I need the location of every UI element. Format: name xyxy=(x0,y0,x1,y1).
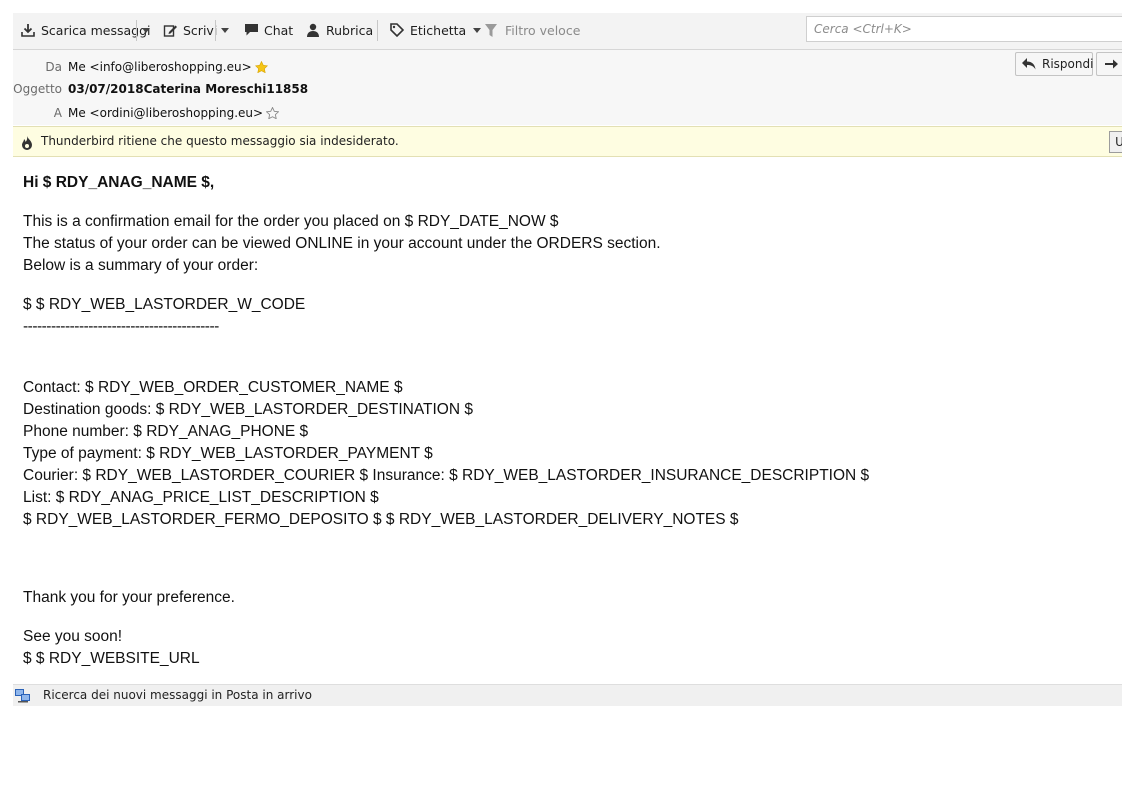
body-line: Below is a summary of your order: xyxy=(23,257,259,274)
forward-button[interactable] xyxy=(1096,52,1122,76)
junk-notification-bar: Thunderbird ritiene che questo messaggio… xyxy=(13,126,1122,157)
tag-button[interactable]: Etichetta xyxy=(390,13,482,47)
forward-icon xyxy=(1105,59,1118,69)
write-label: Scrivi xyxy=(183,22,218,38)
destination-line: Destination goods: $ RDY_WEB_LASTORDER_D… xyxy=(23,401,473,418)
quick-filter-label: Filtro veloce xyxy=(505,22,581,38)
write-button[interactable]: Scrivi xyxy=(163,13,217,47)
to-address[interactable]: Me <ordini@liberoshopping.eu> xyxy=(68,106,263,120)
body-line: This is a confirmation email for the ord… xyxy=(23,213,559,230)
get-messages-label: Scarica messaggi xyxy=(41,22,151,38)
chat-label: Chat xyxy=(264,22,294,38)
toolbar-divider xyxy=(377,20,378,41)
greeting: Hi $ RDY_ANAG_NAME $, xyxy=(23,174,215,191)
address-book-button[interactable]: Rubrica xyxy=(306,13,373,47)
phone-line: Phone number: $ RDY_ANAG_PHONE $ xyxy=(23,423,309,440)
to-label: A xyxy=(53,106,62,120)
divider-line: ----------------------------------------… xyxy=(23,318,219,335)
star-outline-icon[interactable] xyxy=(265,106,280,122)
person-icon xyxy=(306,22,322,38)
reply-button[interactable]: Rispondi xyxy=(1015,52,1093,76)
price-list-line: List: $ RDY_ANAG_PRICE_LIST_DESCRIPTION … xyxy=(23,489,379,506)
star-icon[interactable] xyxy=(254,60,268,76)
write-dropdown[interactable] xyxy=(219,13,231,47)
order-code: $ $ RDY_WEB_LASTORDER_W_CODE xyxy=(23,296,306,313)
body-line: The status of your order can be viewed O… xyxy=(23,235,661,252)
get-messages-button[interactable]: Scarica messaggi xyxy=(21,13,150,47)
chevron-down-icon xyxy=(221,27,229,33)
toolbar-divider xyxy=(136,20,137,41)
network-activity-icon xyxy=(15,688,31,707)
search-placeholder: Cerca <Ctrl+K> xyxy=(814,22,912,36)
delivery-notes-line: $ RDY_WEB_LASTORDER_FERMO_DEPOSITO $ $ R… xyxy=(23,511,739,528)
not-junk-label: U xyxy=(1115,135,1122,149)
status-text: Ricerca dei nuovi messaggi in Posta in a… xyxy=(43,688,312,702)
website-line: $ $ RDY_WEBSITE_URL xyxy=(23,650,200,667)
reply-icon xyxy=(1022,58,1036,70)
message-header: Da Me <info@liberoshopping.eu> Oggetto 0… xyxy=(13,50,1122,125)
message-body: Hi $ RDY_ANAG_NAME $, This is a confirma… xyxy=(23,172,1113,670)
tag-icon xyxy=(390,22,406,38)
search-input[interactable]: Cerca <Ctrl+K> xyxy=(806,16,1122,42)
from-address[interactable]: Me <info@liberoshopping.eu> xyxy=(68,60,252,74)
quick-filter-button[interactable]: Filtro veloce xyxy=(485,13,580,47)
tag-label: Etichetta xyxy=(410,22,467,38)
payment-line: Type of payment: $ RDY_WEB_LASTORDER_PAY… xyxy=(23,445,433,462)
from-value[interactable]: Me <info@liberoshopping.eu> xyxy=(68,60,268,76)
filter-icon xyxy=(485,22,501,38)
address-book-label: Rubrica xyxy=(326,22,374,38)
courier-line: Courier: $ RDY_WEB_LASTORDER_COURIER $ I… xyxy=(23,467,870,484)
toolbar-divider xyxy=(215,20,216,41)
chat-bubble-icon xyxy=(244,22,260,38)
junk-flame-icon xyxy=(21,135,33,154)
junk-message-text: Thunderbird ritiene che questo messaggio… xyxy=(41,134,399,148)
main-toolbar: Scarica messaggi Scrivi Chat Rubrica Eti… xyxy=(13,13,1122,50)
subject-label: Oggetto xyxy=(13,82,62,96)
closing-line: See you soon! xyxy=(23,628,123,645)
download-icon xyxy=(21,22,37,38)
chevron-down-icon xyxy=(142,27,150,33)
subject-value: 03/07/2018Caterina Moreschi11858 xyxy=(68,82,309,96)
contact-line: Contact: $ RDY_WEB_ORDER_CUSTOMER_NAME $ xyxy=(23,379,403,396)
chevron-down-icon xyxy=(473,27,482,33)
get-messages-dropdown[interactable] xyxy=(140,13,152,47)
not-junk-button[interactable]: U xyxy=(1109,131,1122,153)
from-label: Da xyxy=(45,60,62,74)
to-value[interactable]: Me <ordini@liberoshopping.eu> xyxy=(68,106,280,122)
status-bar: Ricerca dei nuovi messaggi in Posta in a… xyxy=(13,684,1122,706)
chat-button[interactable]: Chat xyxy=(244,13,293,47)
thanks-line: Thank you for your preference. xyxy=(23,589,235,606)
reply-label: Rispondi xyxy=(1042,57,1094,71)
pencil-icon xyxy=(163,22,179,38)
